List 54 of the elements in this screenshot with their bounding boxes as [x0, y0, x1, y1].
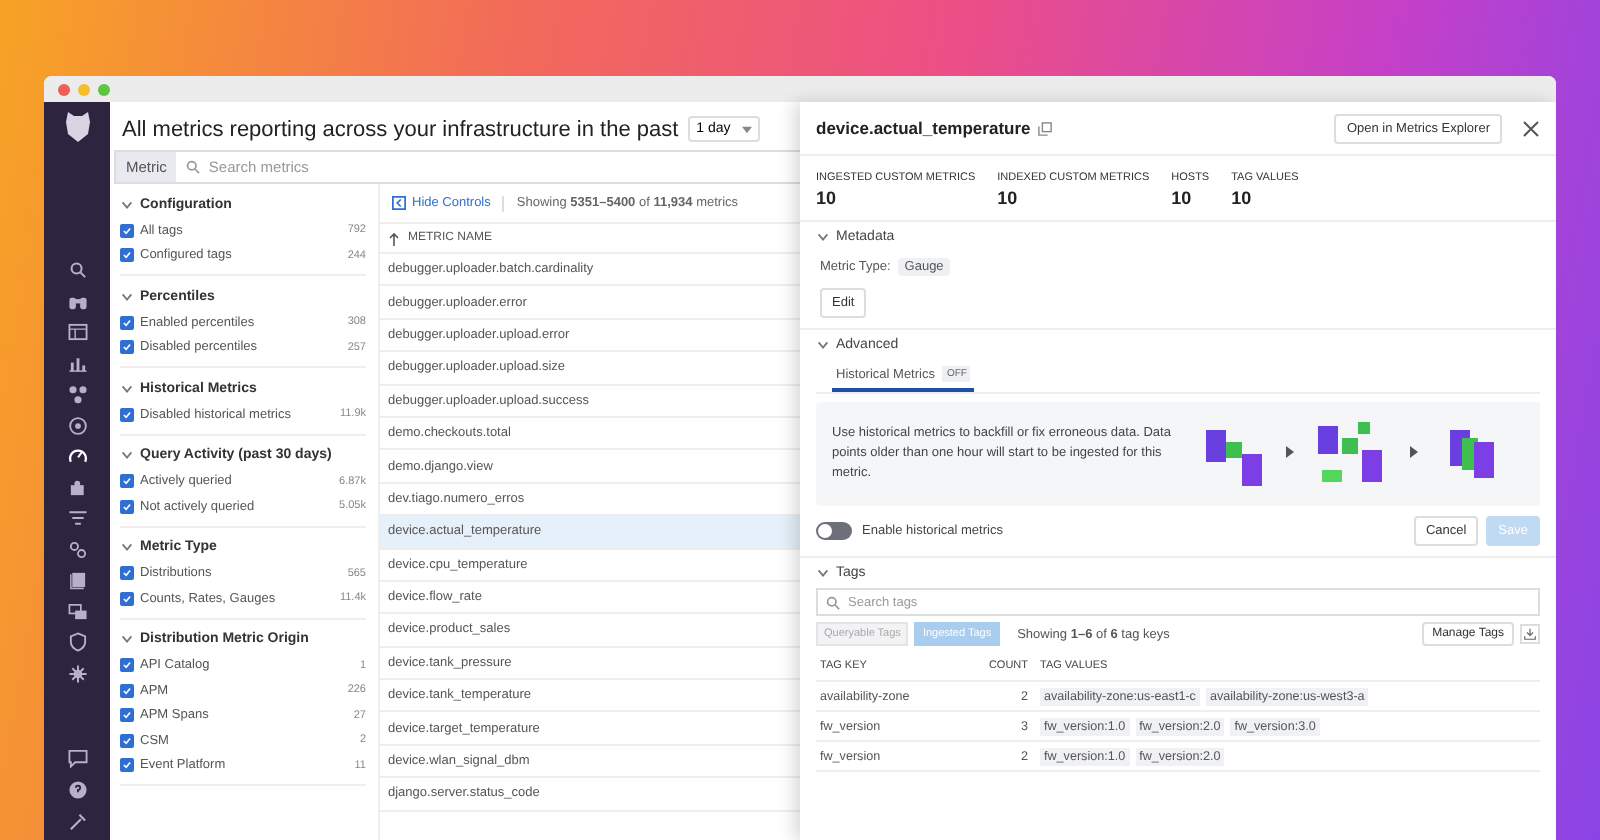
search-icon[interactable] — [67, 260, 87, 280]
checkbox[interactable] — [120, 658, 134, 673]
sort-arrow-icon[interactable] — [388, 231, 400, 245]
target-icon[interactable] — [67, 415, 87, 435]
settings-icon[interactable] — [67, 663, 87, 683]
checkbox[interactable] — [120, 683, 134, 698]
collapse-panel-icon — [392, 196, 406, 210]
metric-title: device.actual_temperature — [816, 118, 1031, 138]
toggle-switch[interactable] — [816, 522, 852, 540]
layers-icon[interactable] — [67, 601, 87, 621]
book-icon[interactable] — [67, 570, 87, 590]
checkbox[interactable] — [120, 315, 134, 330]
chevron-icon[interactable] — [120, 632, 134, 646]
nodes-icon[interactable] — [67, 384, 87, 404]
chevron-icon[interactable] — [120, 381, 134, 395]
checkbox[interactable] — [120, 407, 134, 422]
link-icon[interactable] — [67, 539, 87, 559]
chevron-icon[interactable] — [120, 448, 134, 462]
stat-value: 10 — [1231, 188, 1254, 208]
chevron-icon[interactable] — [816, 230, 830, 244]
checkbox[interactable] — [120, 248, 134, 263]
copy-icon[interactable] — [1038, 121, 1053, 135]
chevron-icon[interactable] — [816, 566, 830, 580]
bar-chart-icon[interactable] — [67, 353, 87, 373]
checkbox[interactable] — [120, 591, 134, 606]
help-icon[interactable] — [67, 780, 87, 800]
pen-icon[interactable] — [67, 812, 87, 832]
page-title: All metrics reporting across your infrastructure in the past — [122, 117, 679, 141]
chat-icon[interactable] — [67, 748, 87, 768]
caret-icon — [742, 125, 753, 133]
stat-value: 10 — [816, 188, 839, 208]
checkbox[interactable] — [120, 733, 134, 748]
search-icon — [826, 595, 840, 609]
close-window-control[interactable] — [58, 83, 70, 95]
checkbox[interactable] — [120, 340, 134, 355]
stat-value: 10 — [997, 188, 1020, 208]
chevron-icon[interactable] — [120, 540, 134, 554]
checkbox[interactable] — [120, 474, 134, 489]
grid-icon[interactable] — [67, 322, 87, 342]
checkbox[interactable] — [120, 758, 134, 773]
gauge-icon[interactable] — [67, 446, 87, 466]
stat-value: 10 — [1171, 188, 1194, 208]
logo-icon[interactable] — [61, 108, 93, 144]
checkbox[interactable] — [120, 223, 134, 238]
chevron-icon[interactable] — [120, 197, 134, 211]
close-icon[interactable] — [1522, 119, 1540, 137]
filter-icon[interactable] — [67, 508, 87, 528]
checkbox[interactable] — [120, 566, 134, 581]
chevron-icon[interactable] — [816, 338, 830, 352]
download-icon[interactable] — [1520, 624, 1540, 644]
chevron-icon[interactable] — [120, 289, 134, 303]
shield-icon[interactable] — [67, 632, 87, 652]
checkbox[interactable] — [120, 708, 134, 723]
checkbox[interactable] — [120, 499, 134, 514]
